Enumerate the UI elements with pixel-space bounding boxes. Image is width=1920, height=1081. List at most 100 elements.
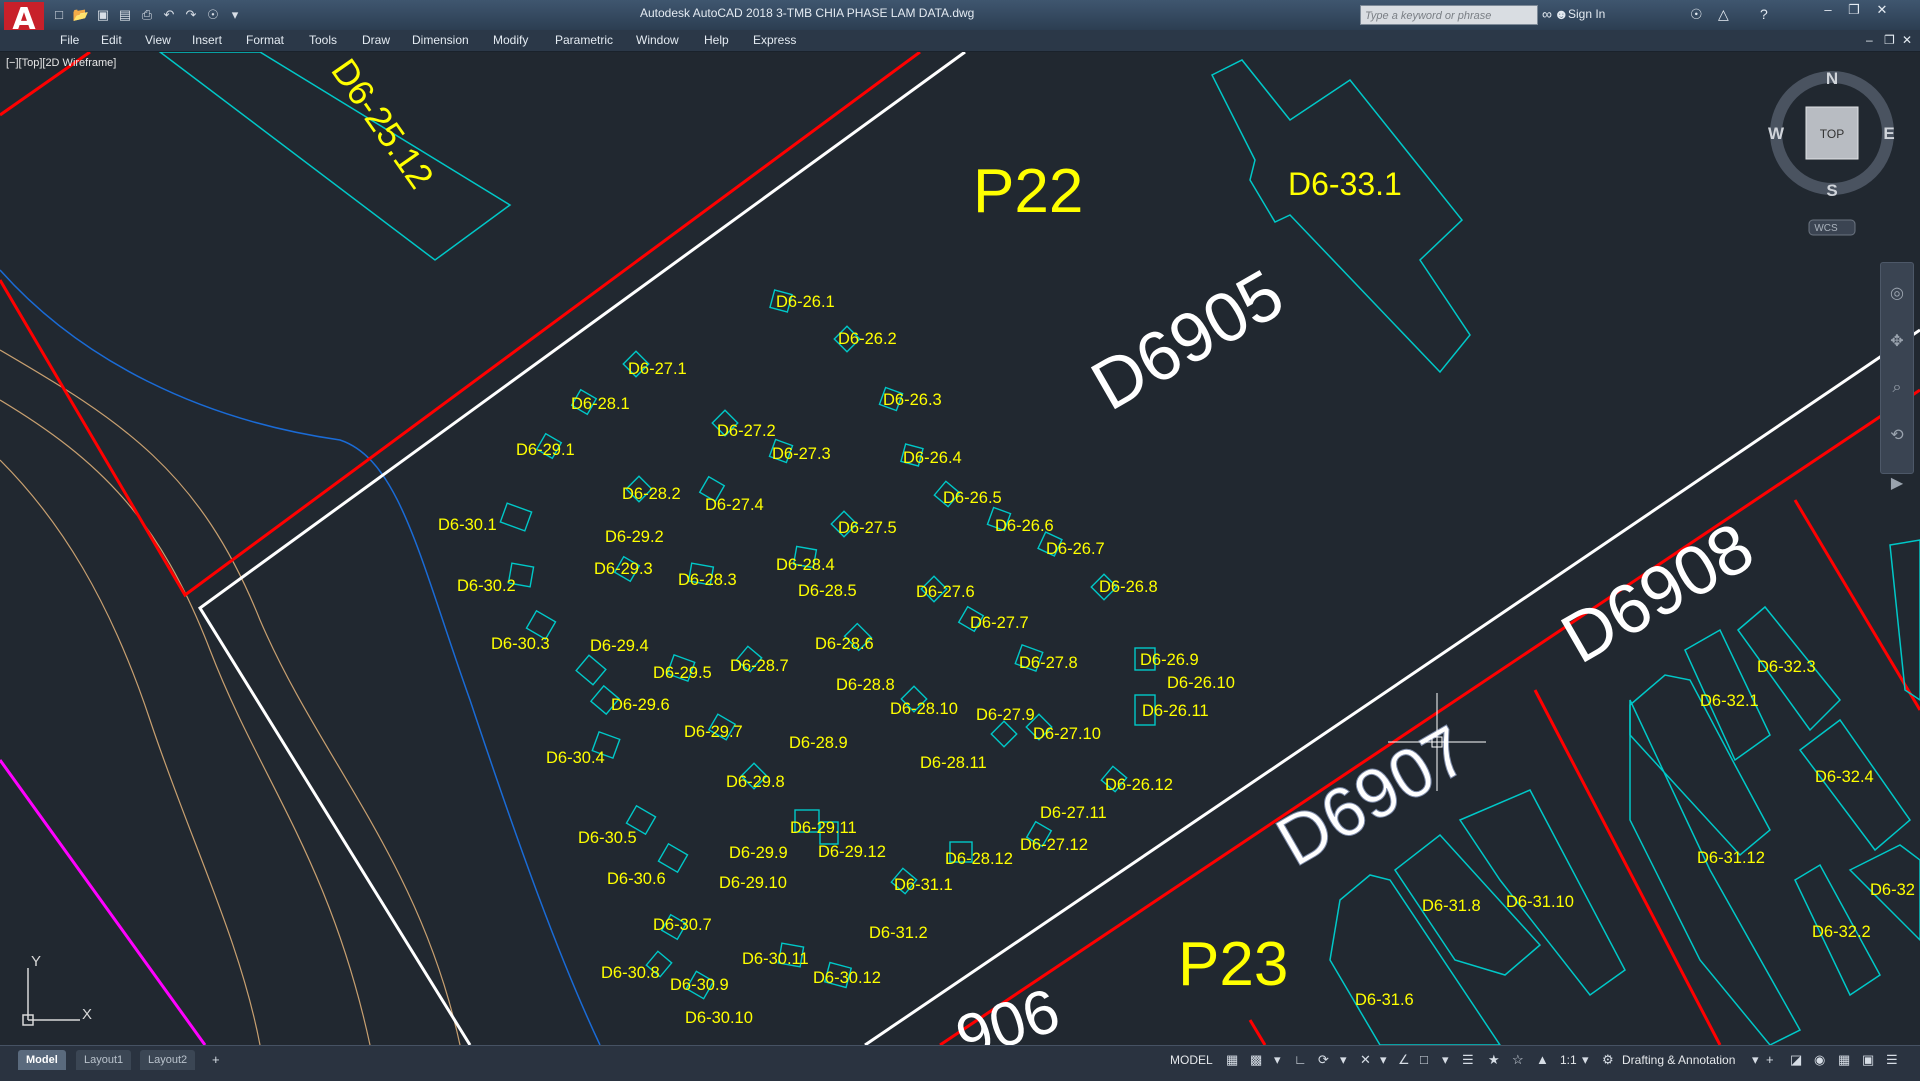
auto-scale-icon[interactable]: ☆ (1512, 1050, 1524, 1070)
menu-edit[interactable]: Edit (101, 33, 122, 47)
isodraft-dropdown-icon[interactable]: ▾ (1380, 1050, 1387, 1070)
exchange-icon[interactable]: △ (1718, 6, 1729, 23)
point-label: D6-27.6 (916, 583, 975, 601)
drawing-canvas[interactable]: P22 P23 D6-33.1 D6-25.12 D6905 D6907 D69… (0, 52, 1920, 1045)
menu-insert[interactable]: Insert (192, 33, 222, 47)
tab-layout1[interactable]: Layout1 (76, 1050, 132, 1070)
point-label: D6-28.1 (571, 395, 630, 413)
menu-express[interactable]: Express (753, 33, 796, 47)
viewport-controls-label[interactable]: [−][Top][2D Wireframe] (6, 57, 116, 69)
menu-bar: File Edit View Insert Format Tools Draw … (0, 30, 1920, 52)
point-label: D6-30.10 (685, 1009, 753, 1027)
doc-minimize-icon[interactable]: – (1866, 33, 1873, 47)
new-file-icon[interactable]: □ (50, 6, 68, 24)
menu-modify[interactable]: Modify (493, 33, 528, 47)
building-label: D6-31.12 (1697, 849, 1765, 867)
point-label: D6-27.8 (1019, 654, 1078, 672)
navigation-bar[interactable]: ◎ ✥ ⌕ ⟲ ▶ (1880, 262, 1914, 492)
add-layout-tab-button[interactable]: + (212, 1050, 220, 1070)
add-icon[interactable]: + (1766, 1050, 1774, 1070)
undo-icon[interactable]: ↶ (160, 6, 178, 24)
customize-menu-icon[interactable]: ☰ (1886, 1050, 1898, 1070)
scale-dropdown-icon[interactable]: ▾ (1582, 1050, 1589, 1070)
binoculars-icon[interactable]: ∞ (1542, 6, 1552, 22)
clean-screen-icon[interactable]: ▣ (1862, 1050, 1874, 1070)
point-label: D6-28.3 (678, 571, 737, 589)
osnap-dropdown-icon[interactable]: ▾ (1442, 1050, 1449, 1070)
orbit-icon[interactable]: ⟲ (1881, 425, 1913, 445)
close-window-icon[interactable]: ✕ (1870, 2, 1894, 18)
qat-dropdown-icon[interactable]: ▾ (226, 6, 244, 24)
building-label: D6-32.4 (1815, 768, 1874, 786)
label-p23: P23 (1178, 930, 1288, 999)
workspace-dropdown-icon[interactable]: ▾ (1752, 1050, 1759, 1070)
workspace-gear-icon[interactable]: ⚙ (1602, 1050, 1614, 1070)
point-label: D6-27.3 (772, 445, 831, 463)
showmotion-icon[interactable]: ▶ (1881, 473, 1913, 493)
menu-tools[interactable]: Tools (309, 33, 337, 47)
point-label: D6-29.11 (790, 819, 857, 837)
object-snap-tracking-icon[interactable]: ∠ (1398, 1050, 1410, 1070)
tab-layout2[interactable]: Layout2 (140, 1050, 196, 1070)
point-label: D6-30.5 (578, 829, 637, 847)
point-label: D6-27.2 (717, 422, 776, 440)
menu-window[interactable]: Window (636, 33, 679, 47)
ortho-icon[interactable]: ∟ (1294, 1050, 1307, 1070)
workspace-switch-dropdown[interactable]: Drafting & Annotation (1622, 1050, 1735, 1070)
viewcube-top-face: TOP (1820, 127, 1844, 141)
minimize-window-icon[interactable]: – (1816, 2, 1840, 18)
search-input[interactable]: Type a keyword or phrase (1360, 5, 1538, 25)
annotation-visibility-icon[interactable]: ★ (1488, 1050, 1500, 1070)
menu-help[interactable]: Help (704, 33, 729, 47)
menu-view[interactable]: View (145, 33, 171, 47)
polar-dropdown-icon[interactable]: ▾ (1340, 1050, 1347, 1070)
grid-icon[interactable]: ▦ (1226, 1050, 1238, 1070)
model-space-toggle[interactable]: MODEL (1170, 1050, 1213, 1070)
open-file-icon[interactable]: 📂 (72, 6, 90, 24)
lineweight-icon[interactable]: ☰ (1462, 1050, 1474, 1070)
snap-dropdown-icon[interactable]: ▾ (1274, 1050, 1281, 1070)
annotation-scale-icon[interactable]: ▲ (1536, 1050, 1549, 1070)
restore-window-icon[interactable]: ❐ (1842, 2, 1866, 18)
point-label: D6-29.6 (611, 696, 670, 714)
pan-icon[interactable]: ✥ (1881, 331, 1913, 351)
doc-close-icon[interactable]: ✕ (1902, 33, 1912, 47)
point-label: D6-26.1 (776, 293, 835, 311)
units-icon[interactable]: ◪ (1790, 1050, 1802, 1070)
hardware-acceleration-icon[interactable]: ▦ (1838, 1050, 1850, 1070)
drawing-viewport[interactable]: P22 P23 D6-33.1 D6-25.12 D6905 D6907 D69… (0, 52, 1920, 1045)
store-cart-icon[interactable]: ☉ (204, 6, 222, 24)
label-p22: P22 (973, 157, 1083, 226)
cart-icon[interactable]: ☉ (1690, 6, 1703, 23)
point-label: D6-28.5 (798, 582, 857, 600)
polar-tracking-icon[interactable]: ⟳ (1318, 1050, 1329, 1070)
menu-dimension[interactable]: Dimension (412, 33, 469, 47)
point-label: D6-30.9 (670, 976, 729, 994)
help-icon[interactable]: ? (1760, 6, 1768, 22)
save-icon[interactable]: ▣ (94, 6, 112, 24)
object-snap-icon[interactable]: □ (1420, 1050, 1428, 1070)
tab-model[interactable]: Model (18, 1050, 66, 1070)
steering-wheel-icon[interactable]: ◎ (1881, 283, 1913, 303)
menu-parametric[interactable]: Parametric (555, 33, 613, 47)
zoom-icon[interactable]: ⌕ (1881, 379, 1913, 397)
point-label: D6-29.12 (818, 843, 886, 861)
menu-file[interactable]: File (60, 33, 79, 47)
point-label: D6-30.7 (653, 916, 712, 934)
point-label: D6-29.8 (726, 773, 785, 791)
isolate-objects-icon[interactable]: ◉ (1814, 1050, 1825, 1070)
isodraft-icon[interactable]: ✕ (1360, 1050, 1371, 1070)
redo-icon[interactable]: ↷ (182, 6, 200, 24)
annotation-scale-dropdown[interactable]: 1:1 (1560, 1050, 1577, 1070)
doc-restore-icon[interactable]: ❐ (1884, 33, 1895, 47)
menu-format[interactable]: Format (246, 33, 284, 47)
save-as-icon[interactable]: ▤ (116, 6, 134, 24)
point-label: D6-29.9 (729, 844, 788, 862)
sign-in-button[interactable]: Sign In (1568, 7, 1605, 21)
plot-icon[interactable]: ⎙ (138, 6, 156, 24)
menu-draw[interactable]: Draw (362, 33, 390, 47)
quick-access-toolbar: □ 📂 ▣ ▤ ⎙ ↶ ↷ ☉ ▾ (50, 6, 244, 24)
building-label: D6-31.10 (1506, 893, 1574, 911)
point-label: D6-26.12 (1105, 776, 1173, 794)
snap-icon[interactable]: ▩ (1250, 1050, 1262, 1070)
